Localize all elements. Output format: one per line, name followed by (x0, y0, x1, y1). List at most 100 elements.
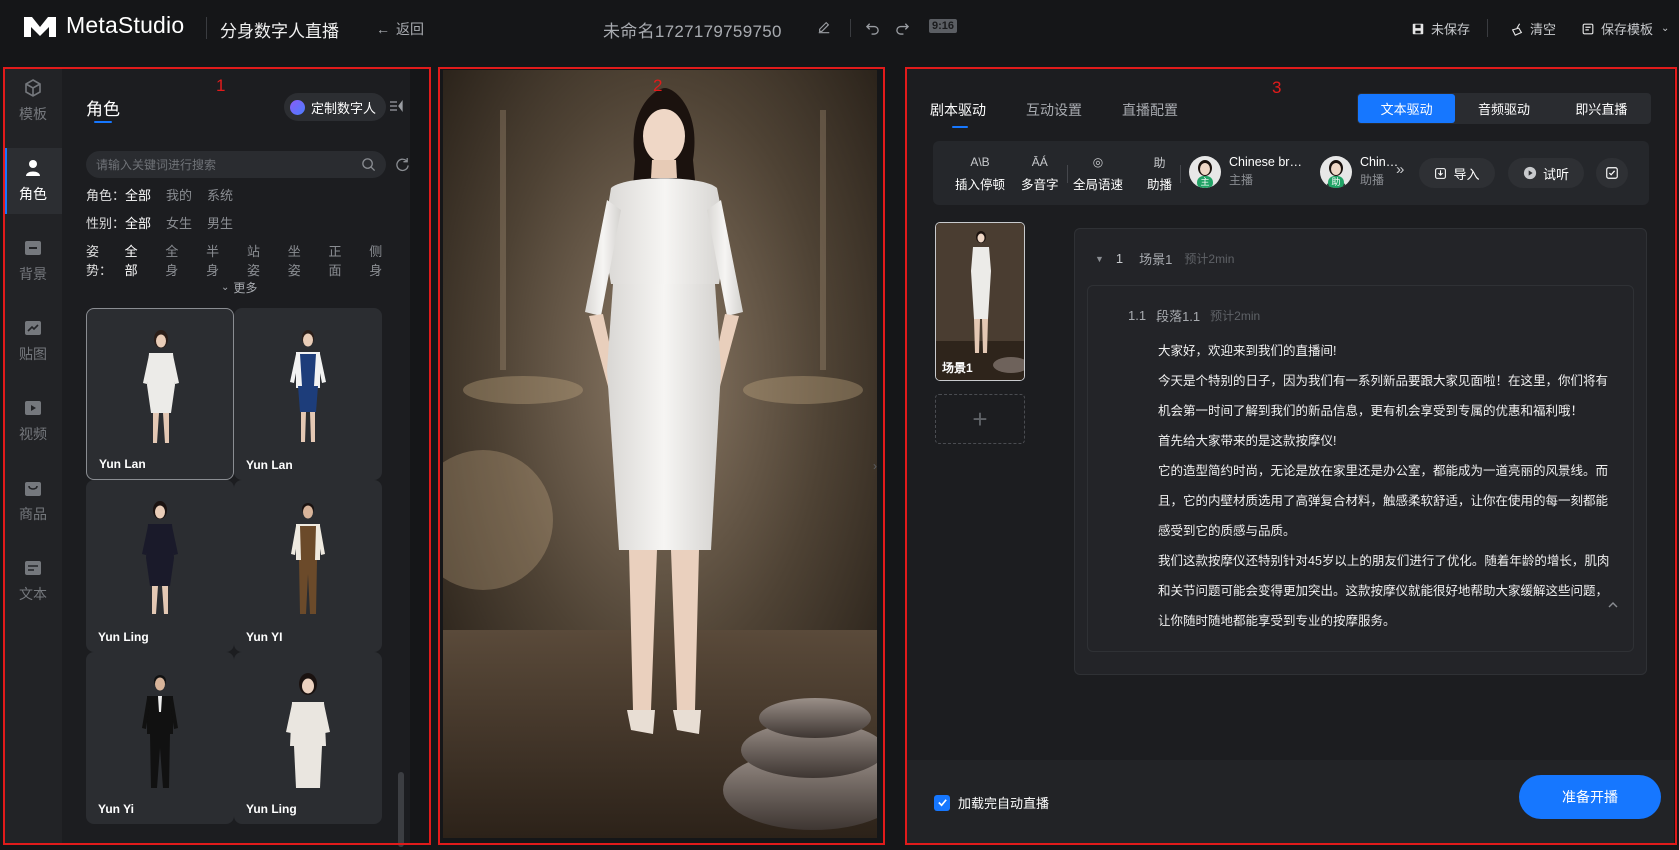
filter-option[interactable]: 正面 (328, 241, 369, 279)
filter-row-gender: 性别： 全部 女生 男生 (86, 213, 248, 232)
role-card[interactable]: Yun Lan (234, 308, 382, 480)
chevron-up-icon[interactable] (1606, 598, 1620, 612)
tool-label: 多音字 (1021, 178, 1059, 192)
filter-option[interactable]: 男生 (207, 213, 248, 232)
filter-option[interactable]: 全部 (125, 213, 166, 232)
avatar-figure-icon (291, 503, 325, 614)
filter-option[interactable]: 全部 (125, 185, 166, 204)
filter-option[interactable]: 侧身 (369, 241, 410, 279)
script-toolbar: A\B 插入停顿 ĀÁ 多音字 ◎ 全局语速 助 助播 主 Chinese br… (933, 141, 1649, 205)
caret-down-icon[interactable]: ▼ (1095, 254, 1104, 264)
filter-option[interactable]: 系统 (207, 185, 248, 204)
role-card-name: Yun Yi (98, 802, 135, 816)
aspect-ratio-badge[interactable]: 9:16 (929, 19, 958, 33)
role-search-input[interactable] (96, 157, 361, 172)
drive-mode-switch: 文本驱动 音频驱动 即兴直播 (1357, 93, 1651, 124)
back-label: 返回 (396, 21, 424, 37)
filter-row-role: 角色： 全部 我的 系统 (86, 185, 248, 204)
search-icon[interactable] (361, 157, 376, 172)
undo-icon[interactable] (863, 18, 881, 36)
speaker-assistant[interactable]: 助 Chinese 助播 (1320, 155, 1404, 188)
filter-option[interactable]: 半身 (206, 241, 247, 279)
filter-option[interactable]: 站姿 (247, 241, 288, 279)
filter-option[interactable]: 女生 (166, 213, 207, 232)
paragraph-text-editor[interactable]: 大家好，欢迎来到我们的直播间! 今天是个特别的日子，因为我们有一系列新品要跟大家… (1158, 336, 1618, 636)
template-icon (1582, 23, 1594, 34)
role-card[interactable]: Yun Yi (86, 652, 234, 824)
rail-item-sticker[interactable]: 贴图 (4, 308, 62, 374)
live-preview-canvas[interactable] (443, 70, 877, 838)
role-search-box (86, 151, 386, 178)
mode-audio-drive[interactable]: 音频驱动 (1455, 94, 1552, 123)
auto-live-checkbox[interactable]: 加载完自动直播 (934, 793, 1049, 812)
filter-option[interactable]: 坐姿 (288, 241, 329, 279)
mode-text-drive[interactable]: 文本驱动 (1358, 94, 1456, 123)
paragraph-index: 1.1 (1128, 308, 1147, 323)
back-button[interactable]: ← 返回 (376, 19, 424, 39)
global-speed-tool[interactable]: ◎ 全局语速 (1073, 154, 1123, 193)
import-button[interactable]: 导入 (1419, 158, 1495, 188)
role-card[interactable]: Yun Ling (234, 652, 382, 824)
redo-icon[interactable] (893, 18, 911, 36)
scene-header[interactable]: ▼ 1 场景1 预计2min (1095, 249, 1234, 268)
preview-listen-button[interactable]: 试听 (1508, 158, 1584, 188)
paragraph-name: 段落1.1 (1156, 309, 1201, 324)
rail-label: 文本 (19, 586, 47, 602)
role-card[interactable]: Yun YI (234, 480, 382, 652)
rail-label: 商品 (19, 506, 47, 522)
role-card[interactable]: Yun Lan (86, 308, 234, 480)
document-title[interactable]: 未命名1727179759750 (603, 17, 782, 42)
collapse-panel-icon[interactable] (389, 99, 403, 113)
tool-label: 全局语速 (1073, 178, 1124, 192)
double-chevron-right-icon[interactable]: » (1396, 161, 1404, 178)
rail-item-background[interactable]: 背景 (4, 228, 62, 294)
polyphone-tool[interactable]: ĀÁ 多音字 (1021, 154, 1059, 193)
avatar-gradient-icon (290, 99, 305, 115)
speaker-host[interactable]: 主 Chinese br… 主播 (1189, 155, 1302, 188)
scrollbar-thumb[interactable] (398, 772, 404, 847)
tab-live-config[interactable]: 直播配置 (1122, 100, 1178, 120)
filter-option[interactable]: 全部 (125, 241, 166, 279)
insert-pause-tool[interactable]: A\B 插入停顿 (955, 154, 1005, 193)
script-line: 它的造型简约时尚，无论是放在家里还是办公室，都能成为一道亮丽的风景线。而且，它的… (1158, 464, 1609, 538)
mode-improv-live[interactable]: 即兴直播 (1553, 94, 1650, 123)
more-filters-button[interactable]: ⌄ 更多 (221, 279, 257, 296)
rail-item-video[interactable]: 视频 (4, 388, 62, 454)
avatar: 助 (1320, 155, 1352, 188)
save-template-button[interactable]: 保存模板 ⌄ (1581, 19, 1669, 38)
role-card-name: Yun Ling (98, 630, 149, 644)
speed-dial-icon: ◎ (1092, 155, 1104, 169)
rail-item-text[interactable]: 文本 (4, 548, 62, 614)
rail-item-role[interactable]: 角色 (4, 148, 62, 214)
add-scene-button[interactable]: + (935, 394, 1025, 444)
tab-script-drive[interactable]: 剧本驱动 (930, 100, 986, 128)
chevron-right-icon[interactable]: › (873, 459, 877, 473)
import-label: 导入 (1453, 166, 1480, 182)
prepare-live-button[interactable]: 准备开播 (1519, 775, 1661, 819)
divider (1487, 19, 1488, 37)
refresh-icon[interactable] (395, 157, 410, 172)
script-line: 今天是个特别的日子，因为我们有一系列新品要跟大家见面啦！在这里，你们将有机会第一… (1158, 374, 1609, 418)
assistant-tool[interactable]: 助 助播 (1147, 154, 1172, 193)
role-card-name: Yun Ling (246, 802, 297, 816)
unsaved-status: 未保存 (1411, 19, 1470, 38)
filter-label: 角色： (86, 188, 126, 203)
filter-option[interactable]: 全身 (165, 241, 206, 279)
role-list-scrollbar[interactable] (398, 308, 404, 847)
checkbox-checked-icon (934, 794, 950, 811)
tab-interaction-settings[interactable]: 互动设置 (1026, 100, 1082, 120)
filter-option[interactable]: 我的 (166, 185, 207, 204)
paragraph-card: 1.1 段落1.1 预计2min 大家好，欢迎来到我们的直播间! 今天是个特别的… (1087, 285, 1634, 652)
speaker-name: Chinese br… (1229, 155, 1302, 169)
rail-item-template[interactable]: 模板 (4, 68, 62, 134)
role-card[interactable]: Yun Ling (86, 480, 234, 652)
custom-digital-human-button[interactable]: 定制数字人 (284, 93, 387, 121)
edit-pencil-icon[interactable] (815, 18, 833, 36)
check-all-button[interactable] (1596, 158, 1628, 188)
rail-item-product[interactable]: 商品 (4, 468, 62, 534)
person-icon (26, 160, 40, 176)
scene-thumbnail[interactable]: 场景1 (935, 222, 1025, 381)
scene-estimate: 预计2min (1184, 252, 1235, 266)
clear-button[interactable]: 清空 (1510, 19, 1556, 38)
app-title: 分身数字人直播 (220, 22, 339, 41)
